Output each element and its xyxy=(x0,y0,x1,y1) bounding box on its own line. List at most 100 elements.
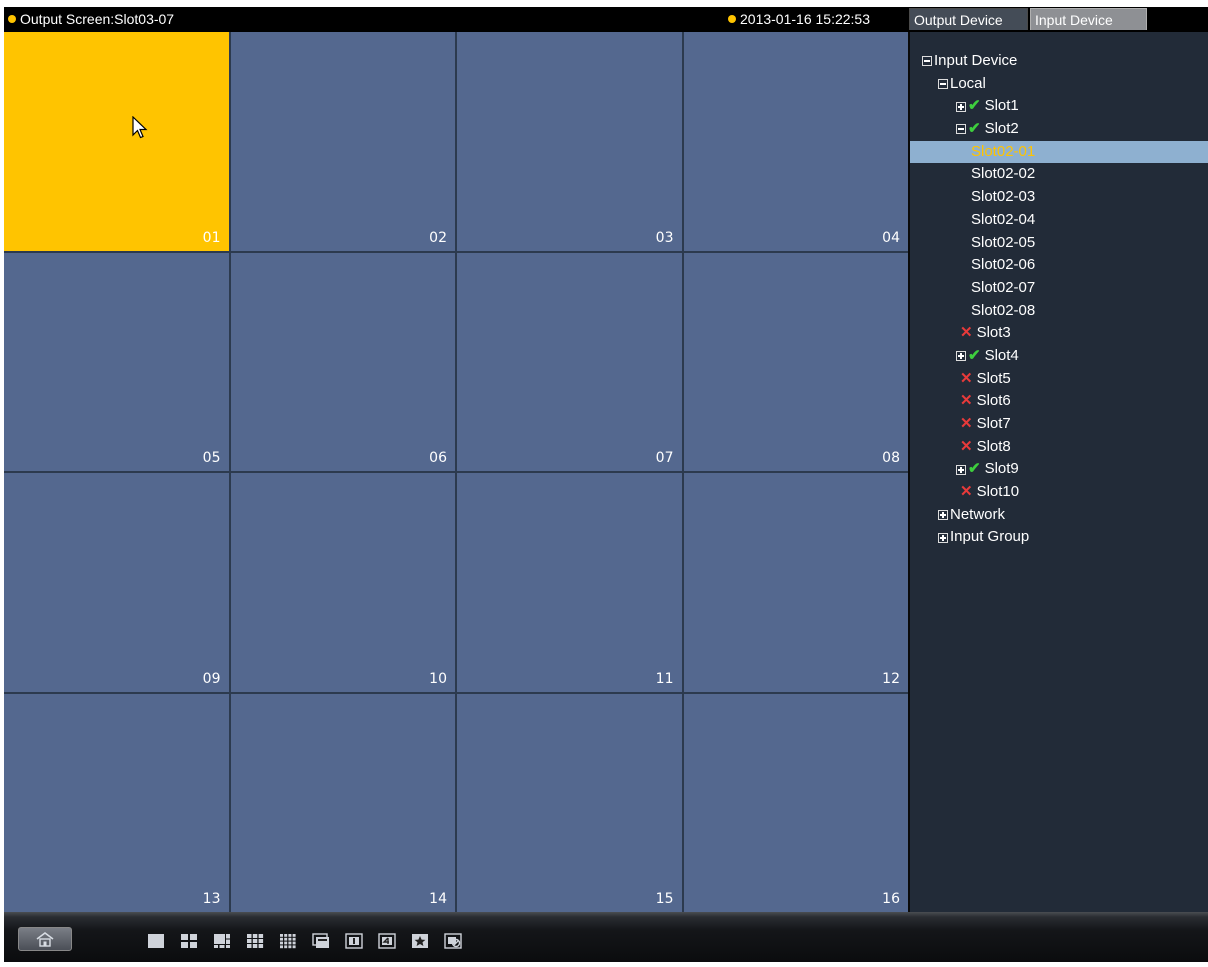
tree-label: Input Device xyxy=(934,52,1018,69)
layout-tour-icon xyxy=(312,932,329,948)
tree-node-slot6[interactable]: ✕ Slot6 xyxy=(910,390,1208,413)
cell-number: 15 xyxy=(655,891,674,907)
collapse-icon[interactable] xyxy=(956,124,966,135)
tree-label: Slot1 xyxy=(984,97,1019,115)
tree-node-slot02-02[interactable]: Slot02-02 xyxy=(910,163,1208,186)
cell-number: 06 xyxy=(429,450,447,466)
grid-cell-01[interactable]: 01 xyxy=(4,32,229,251)
cell-number: 07 xyxy=(655,450,674,466)
offline-cross-icon: ✕ xyxy=(960,483,973,501)
screen-1-button[interactable] xyxy=(344,932,364,949)
tree-node-local[interactable]: Local xyxy=(910,73,1208,96)
collapse-icon[interactable] xyxy=(938,79,948,90)
clock-dot-icon xyxy=(728,15,736,23)
expand-icon[interactable] xyxy=(956,351,966,362)
tree-node-slot02-07[interactable]: Slot02-07 xyxy=(910,277,1208,300)
grid-cell-02[interactable]: 02 xyxy=(230,32,455,251)
tab-output-device[interactable]: Output Device xyxy=(909,8,1028,30)
grid-cell-14[interactable]: 14 xyxy=(230,693,455,912)
layout-9-button[interactable] xyxy=(245,932,265,949)
grid-cell-05[interactable]: 05 xyxy=(4,252,229,471)
grid-cell-12[interactable]: 12 xyxy=(683,473,908,692)
grid-cell-09[interactable]: 09 xyxy=(4,473,229,692)
tree-label: Slot2 xyxy=(984,120,1019,138)
screen-4-button[interactable] xyxy=(377,932,397,949)
tree-node-network[interactable]: Network xyxy=(910,504,1208,527)
tree-node-slot9[interactable]: ✔ Slot9 xyxy=(910,458,1208,481)
cell-number: 03 xyxy=(655,229,674,246)
online-check-icon: ✔ xyxy=(968,346,981,364)
tree-node-slot02-06[interactable]: Slot02-06 xyxy=(910,254,1208,277)
grid-cell-11[interactable]: 11 xyxy=(457,473,682,692)
tree-label: Slot4 xyxy=(984,346,1019,364)
tree-label: Slot02-02 xyxy=(971,165,1036,183)
grid-cell-08[interactable]: 08 xyxy=(683,252,908,471)
tree-node-slot4[interactable]: ✔ Slot4 xyxy=(910,345,1208,368)
home-icon xyxy=(36,932,54,947)
tree-label: Slot9 xyxy=(984,460,1019,478)
tree-label: Local xyxy=(950,74,986,92)
tree-label: Slot6 xyxy=(976,392,1011,410)
status-dot-icon xyxy=(8,15,16,23)
cell-number: 13 xyxy=(202,891,221,907)
expand-icon[interactable] xyxy=(956,464,966,475)
tree-label: Slot02-05 xyxy=(971,233,1036,251)
grid-cell-04[interactable]: 04 xyxy=(683,32,908,251)
grid-cell-03[interactable]: 03 xyxy=(457,32,682,251)
layout-16-button[interactable] xyxy=(278,932,298,949)
layout-tour-button[interactable] xyxy=(311,932,331,949)
tree-node-slot8[interactable]: ✕ Slot8 xyxy=(910,436,1208,459)
tree-label: Slot02-08 xyxy=(971,301,1036,319)
clear-button[interactable] xyxy=(443,932,463,949)
grid-cell-16[interactable]: 16 xyxy=(683,693,908,912)
tree-label: Slot8 xyxy=(976,437,1011,455)
offline-cross-icon: ✕ xyxy=(960,415,973,432)
screen-1-icon xyxy=(345,932,363,949)
layout-6-button[interactable] xyxy=(212,932,232,949)
cell-number: 08 xyxy=(882,450,900,466)
datetime-label: 2013-01-16 15:22:53 xyxy=(740,11,870,27)
favorite-button[interactable] xyxy=(410,932,430,949)
tree-label: Slot5 xyxy=(976,369,1011,387)
offline-cross-icon: ✕ xyxy=(960,324,973,342)
cell-number: 11 xyxy=(655,670,674,687)
layout-1-icon xyxy=(148,933,164,948)
clear-icon xyxy=(444,932,462,949)
layout-4-icon xyxy=(181,933,197,948)
tree-node-slot02-05[interactable]: Slot02-05 xyxy=(910,232,1208,255)
tree-node-input-device[interactable]: Input Device xyxy=(910,50,1208,73)
grid-cell-06[interactable]: 06 xyxy=(230,252,455,471)
tree-node-slot02-03[interactable]: Slot02-03 xyxy=(910,186,1208,209)
expand-icon[interactable] xyxy=(938,532,948,543)
tree-node-slot2[interactable]: ✔ Slot2 xyxy=(910,118,1208,141)
tree-node-slot02-08[interactable]: Slot02-08 xyxy=(910,300,1208,323)
cell-number: 10 xyxy=(429,670,447,687)
tree-node-slot02-01[interactable]: Slot02-01 xyxy=(910,140,1208,164)
tree-label: Slot02-06 xyxy=(971,256,1036,274)
tree-node-slot5[interactable]: ✕ Slot5 xyxy=(910,368,1208,391)
tree-node-slot10[interactable]: ✕ Slot10 xyxy=(910,481,1208,504)
tree-node-slot3[interactable]: ✕ Slot3 xyxy=(910,322,1208,345)
home-button[interactable] xyxy=(18,927,72,951)
layout-9-icon xyxy=(247,933,264,948)
layout-4-button[interactable] xyxy=(179,932,199,949)
cell-number: 01 xyxy=(202,229,221,246)
grid-cell-15[interactable]: 15 xyxy=(457,693,682,912)
expand-icon[interactable] xyxy=(938,510,948,521)
layout-1-button[interactable] xyxy=(146,932,166,949)
collapse-icon[interactable] xyxy=(922,56,932,67)
online-check-icon: ✔ xyxy=(968,97,981,115)
tree-node-slot02-04[interactable]: Slot02-04 xyxy=(910,209,1208,232)
grid-cell-10[interactable]: 10 xyxy=(230,473,455,692)
tree-node-input-group[interactable]: Input Group xyxy=(910,526,1208,549)
tree-node-slot1[interactable]: ✔ Slot1 xyxy=(910,95,1208,118)
expand-icon[interactable] xyxy=(956,101,966,112)
tree-node-slot7[interactable]: ✕ Slot7 xyxy=(910,413,1208,436)
grid-cell-13[interactable]: 13 xyxy=(4,693,229,912)
tree-label: Input Group xyxy=(950,528,1030,546)
top-bar: Output Screen:Slot03-07 2013-01-16 15:22… xyxy=(4,7,1208,32)
tab-input-device[interactable]: Input Device xyxy=(1030,8,1147,30)
grid-cell-07[interactable]: 07 xyxy=(457,252,682,471)
offline-cross-icon: ✕ xyxy=(960,437,973,455)
output-grid: 01 02 03 04 05 06 07 08 09 10 11 12 13 1… xyxy=(4,32,908,912)
